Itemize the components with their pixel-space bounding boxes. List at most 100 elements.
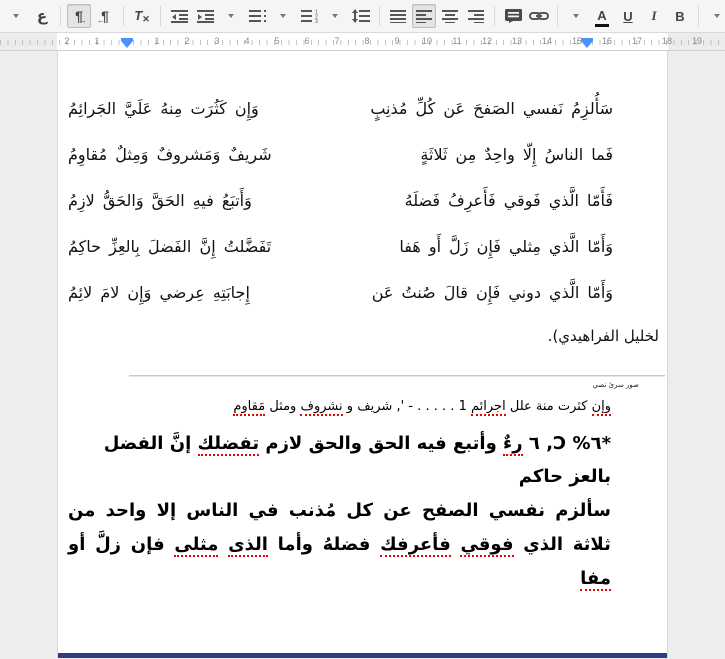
line-spacing-button[interactable]	[349, 4, 373, 28]
numbered-list-dropdown[interactable]	[323, 4, 347, 28]
ruler-number: 19	[692, 36, 702, 46]
clear-formatting-button[interactable]: T✕	[130, 4, 154, 28]
right-indent-marker[interactable]	[581, 41, 593, 48]
decrease-indent-button[interactable]	[167, 4, 191, 28]
align-justify-button[interactable]	[386, 4, 410, 28]
ocr-word: .	[450, 399, 454, 414]
ocr-word: مُذنب	[289, 500, 336, 521]
ocr-word: عن	[383, 500, 412, 521]
hemistich-first: وَأَمّا الَّذي مِثلي فَإِن زَلَّ أَو هَف…	[399, 237, 613, 256]
ruler-number: 3	[214, 36, 219, 46]
misspelled-word: مفا	[580, 568, 611, 591]
poem-verse-row: فَأَمّا الَّذي فَوقي فَأَعرِفُ فَضلَهُوَ…	[68, 185, 613, 215]
document-page[interactable]: سَأُلزِمُ نَفسي الصَفحَ عَن كُلِّ مُذنِب…	[57, 51, 668, 658]
clear-formatting-icon: T✕	[134, 8, 150, 25]
ruler-number: 10	[422, 36, 432, 46]
more-options-dropdown[interactable]	[4, 4, 28, 28]
hemistich-second: شَريفٌ وَمَشروفٌ وَمِثلٌ مُقاوِمُ	[68, 145, 272, 164]
ocr-word: لازم	[265, 433, 302, 454]
ocr-word: Ɔ,	[546, 433, 566, 454]
ocr-word: والحق	[309, 433, 362, 454]
horizontal-ruler[interactable]: 2112345678910111213141516171819	[0, 33, 725, 51]
ocr-text-paragraph-2[interactable]: *٦% Ɔ, ٦ رءٌ وأتبع فيه الحق والحق لازم ت…	[68, 427, 611, 493]
hemistich-first: فَما الناسُ إِلّا واحِدٌ مِن ثَلاثَةٍ	[420, 145, 613, 164]
ocr-word: في	[249, 500, 279, 521]
ruler-number: 12	[482, 36, 492, 46]
numbered-list-button[interactable]: 1 2 3	[297, 4, 321, 28]
ruler-number: 11	[452, 36, 461, 46]
poem-verse-row: فَما الناسُ إِلّا واحِدٌ مِن ثَلاثَةٍ شَر…	[68, 139, 613, 169]
bulleted-list-dropdown[interactable]	[271, 4, 295, 28]
left-indent-marker[interactable]	[121, 41, 133, 48]
italic-button[interactable]: I	[642, 4, 666, 28]
text-color-dropdown[interactable]	[564, 4, 588, 28]
align-right-button[interactable]	[464, 4, 488, 28]
underline-button[interactable]: U	[616, 4, 640, 28]
font-size-dropdown[interactable]	[705, 4, 725, 28]
ocr-word: -	[408, 399, 413, 414]
ocr-word: فإن	[131, 534, 165, 555]
indent-options-dropdown[interactable]	[219, 4, 243, 28]
bulleted-list-icon	[249, 9, 266, 23]
misspelled-word: وإن	[592, 399, 611, 416]
insert-link-button[interactable]	[527, 4, 551, 28]
outdent-icon	[171, 9, 188, 23]
ocr-word: من	[68, 500, 95, 521]
ocr-word: إنَّ	[170, 433, 192, 454]
align-center-button[interactable]	[438, 4, 462, 28]
poem-verse-row: وَأَمّا الَّذي دوني فَإِن قالَ صُنتُ عَن…	[68, 277, 613, 307]
ocr-word: وأتبع	[453, 433, 497, 454]
poem-verse-row: سَأُلزِمُ نَفسي الصَفحَ عَن كُلِّ مُذنِب…	[68, 93, 613, 123]
increase-indent-button[interactable]	[193, 4, 217, 28]
ocr-word: حاكم	[519, 466, 563, 487]
misspelled-word: فأعرفك	[380, 534, 451, 557]
bold-icon: B	[675, 9, 684, 24]
ocr-word: ',	[396, 399, 404, 414]
misspelled-word: مَقاوم	[233, 399, 265, 416]
paragraph-direction-ltr-button[interactable]: ¶→	[67, 4, 91, 28]
ocr-word: الذي	[523, 534, 563, 555]
horizontal-divider	[129, 375, 665, 377]
chevron-down-icon	[13, 14, 19, 18]
ruler-ticks	[0, 40, 725, 45]
ocr-word: زلَّ	[95, 534, 121, 555]
ocr-word: أو	[68, 534, 85, 555]
numbered-list-icon: 1 2 3	[301, 9, 318, 23]
ocr-word: *٦%	[573, 433, 611, 454]
underline-icon: U	[623, 9, 632, 24]
ocr-word: ثلاثة	[573, 534, 611, 555]
ruler-number: 2	[184, 36, 189, 46]
hemistich-second: إِجابَتِهِ عِرضي وَإِن لامَ لائِمُ	[68, 283, 250, 302]
misspelled-word: رءٌ	[503, 433, 523, 456]
ocr-word: فضلهُ	[323, 534, 371, 555]
ocr-word: الفضل	[104, 433, 164, 454]
paragraph-direction-rtl-button[interactable]: ¶←	[93, 4, 117, 28]
page-bottom-bar	[58, 653, 667, 658]
ocr-text-line-1[interactable]: وإن كثرت منة علل اجرائم 1 . . . . . - ',…	[68, 398, 611, 416]
chevron-down-icon	[573, 14, 579, 18]
bold-button[interactable]: B	[668, 4, 692, 28]
ocr-word: .	[442, 399, 446, 414]
ocr-word: نفسي	[489, 500, 545, 521]
ocr-text-paragraph-3[interactable]: سألزم نفسي الصفح عن كل مُذنب في الناس إل…	[68, 494, 611, 596]
ruler-number: 17	[632, 36, 642, 46]
ocr-word: .	[434, 399, 438, 414]
hemistich-second: تَفَضَّلتُ إِنَّ الفَضلَ بِالعِزِّ حاكِم…	[68, 237, 271, 256]
indent-icon	[197, 9, 214, 23]
separator	[698, 6, 699, 26]
ain-letter-icon: ع	[37, 7, 47, 25]
ruler-number: 5	[274, 36, 279, 46]
ocr-word: الصفح	[422, 500, 479, 521]
poem-image[interactable]: سَأُلزِمُ نَفسي الصَفحَ عَن كُلِّ مُذنِب…	[68, 93, 613, 323]
bulleted-list-button[interactable]	[245, 4, 269, 28]
misspelled-word: اجرائم	[471, 399, 506, 416]
ocr-word: .	[425, 399, 429, 414]
align-left-button[interactable]	[412, 4, 436, 28]
insert-comment-button[interactable]	[501, 4, 525, 28]
arabic-language-button[interactable]: ع	[30, 4, 54, 28]
text-color-button[interactable]: A	[590, 4, 614, 28]
ocr-word: بالعز	[569, 466, 611, 487]
image-caption-small: صور سرئ نصي	[593, 381, 639, 389]
hemistich-first: سَأُلزِمُ نَفسي الصَفحَ عَن كُلِّ مُذنِب…	[370, 99, 613, 118]
separator	[379, 6, 380, 26]
